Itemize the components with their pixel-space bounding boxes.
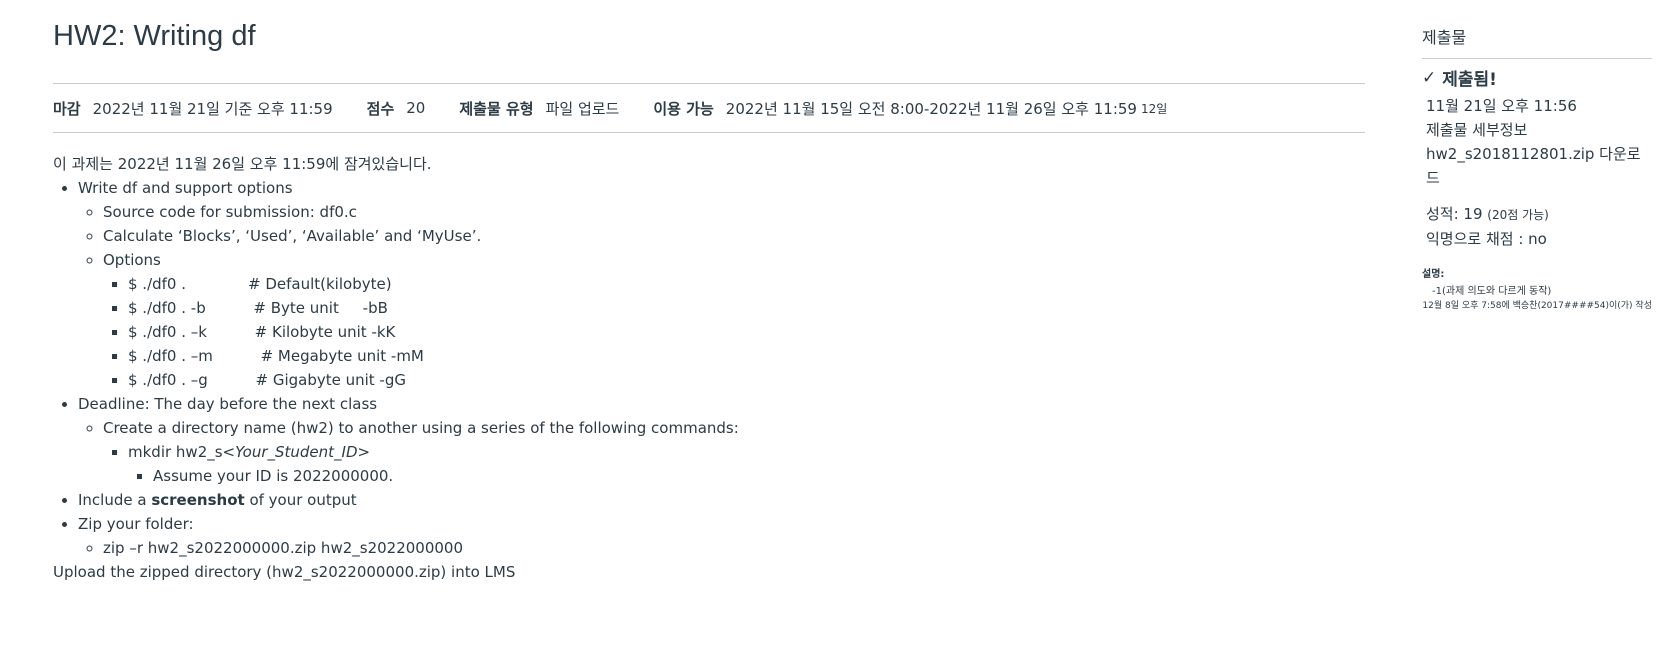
available-value: 2022년 11월 15일 오전 8:00-2022년 11월 26일 오후 1… xyxy=(725,99,1137,118)
download-link[interactable]: hw2_s2018112801.zip 다운로드 xyxy=(1422,142,1651,190)
option-item: $ ./df0 . –m # Megabyte unit -mM xyxy=(128,344,1365,368)
list-item: mkdir hw2_s<Your_Student_ID> Assume your… xyxy=(128,440,1365,488)
submission-type-value: 파일 업로드 xyxy=(545,99,620,118)
instructions-list: Write df and support options Source code… xyxy=(53,176,1365,560)
submission-status: ✓ 제출됨! xyxy=(1422,65,1652,91)
list-item: Options $ ./df0 . # Default(kilobyte) $ … xyxy=(103,248,1365,392)
sub-list: Create a directory name (hw2) to another… xyxy=(78,416,1365,488)
due-label: 마감 xyxy=(53,99,81,118)
available-label: 이용 가능 xyxy=(653,99,714,118)
list-item: Create a directory name (hw2) to another… xyxy=(103,416,1365,488)
grade-line: 성적: 19 (20점 가능) xyxy=(1422,202,1652,227)
instruction-text: Include a xyxy=(78,491,152,509)
points-meta: 점수 20 xyxy=(367,98,426,119)
submission-type-label: 제출물 유형 xyxy=(459,99,534,118)
sub-list: Assume your ID is 2022000000. xyxy=(128,464,1365,488)
grade: 성적: 19 (20점 가능) 익명으로 채점 : no xyxy=(1422,202,1652,251)
list-item: Zip your folder: zip –r hw2_s2022000000.… xyxy=(78,512,1365,560)
assignment-description: 이 과제는 2022년 11월 26일 오후 11:59에 잠겨있습니다. Wr… xyxy=(53,152,1365,584)
list-item: zip –r hw2_s2022000000.zip hw2_s20220000… xyxy=(103,536,1365,560)
submission-type-meta: 제출물 유형 파일 업로드 xyxy=(459,98,619,119)
comment-meta: 12월 8일 오후 7:58에 백승찬(2017####54)이(가) 작성 xyxy=(1422,301,1652,311)
option-item: $ ./df0 . -b # Byte unit -bB xyxy=(128,296,1365,320)
sub-list: Source code for submission: df0.c Calcul… xyxy=(78,200,1365,392)
grade-possible: (20점 가능) xyxy=(1487,208,1549,222)
instruction-text: of your output xyxy=(244,491,357,509)
download-link-text[interactable]: hw2_s2018112801.zip 다운로드 xyxy=(1426,145,1641,187)
available-days: 12일 xyxy=(1140,101,1168,116)
list-item: Include a screenshot of your output xyxy=(78,488,1365,512)
grade-value: 성적: 19 xyxy=(1426,205,1483,223)
check-icon: ✓ xyxy=(1422,67,1437,88)
options-list: $ ./df0 . # Default(kilobyte) $ ./df0 . … xyxy=(103,272,1365,392)
page-title: HW2: Writing df xyxy=(53,20,256,52)
comment-text: -1(과제 의도와 다르게 동작) xyxy=(1432,286,1552,297)
submission-details-link[interactable]: 제출물 세부정보 xyxy=(1422,118,1652,142)
option-item: $ ./df0 . # Default(kilobyte) xyxy=(128,272,1365,296)
comment-label: 설명: xyxy=(1422,269,1445,280)
mkdir-placeholder: Your_Student_ID xyxy=(235,443,358,461)
locked-notice: 이 과제는 2022년 11월 26일 오후 11:59에 잠겨있습니다. xyxy=(53,155,432,173)
points-label: 점수 xyxy=(366,99,395,118)
submission-details-link-text[interactable]: 제출물 세부정보 xyxy=(1426,121,1527,139)
due-value: 2022년 11월 21일 기준 오후 11:59 xyxy=(92,99,333,118)
list-item: Write df and support options Source code… xyxy=(78,176,1365,392)
instruction-bold: screenshot xyxy=(151,491,245,509)
sub-list: mkdir hw2_s<Your_Student_ID> Assume your… xyxy=(103,440,1365,488)
mkdir-prefix: mkdir hw2_s< xyxy=(128,443,236,461)
sub-list: zip –r hw2_s2022000000.zip hw2_s20220000… xyxy=(78,536,1365,560)
due-meta: 마감 2022년 11월 21일 기준 오후 11:59 xyxy=(53,98,333,119)
option-item: $ ./df0 . –g # Gigabyte unit -gG xyxy=(128,368,1365,392)
sidebar-title: 제출물 xyxy=(1422,24,1652,59)
list-item: Source code for submission: df0.c xyxy=(103,200,1365,224)
instruction-text: Create a directory name (hw2) to another… xyxy=(103,419,739,437)
options-heading: Options xyxy=(103,251,161,269)
submitted-time: 11월 21일 오후 11:56 xyxy=(1426,97,1577,115)
list-item: Assume your ID is 2022000000. xyxy=(153,464,1365,488)
assignment-meta-row: 마감 2022년 11월 21일 기준 오후 11:59 점수 20 제출물 유… xyxy=(53,83,1365,133)
anonymous-grading: 익명으로 채점 : no xyxy=(1426,230,1547,248)
upload-instruction: Upload the zipped directory (hw2_s202200… xyxy=(53,563,516,581)
instruction-text: Write df and support options xyxy=(78,179,293,197)
status-text: 제출됨! xyxy=(1442,70,1497,90)
list-item: Deadline: The day before the next class … xyxy=(78,392,1365,488)
option-item: $ ./df0 . –k # Kilobyte unit -kK xyxy=(128,320,1365,344)
availability-meta: 이용 가능 2022년 11월 15일 오전 8:00-2022년 11월 26… xyxy=(653,98,1167,119)
list-item: Calculate ‘Blocks’, ‘Used’, ‘Available’ … xyxy=(103,224,1365,248)
points-value: 20 xyxy=(406,99,426,117)
instruction-text: Deadline: The day before the next class xyxy=(78,395,378,413)
instruction-text: Zip your folder: xyxy=(78,515,194,533)
mkdir-suffix: > xyxy=(357,443,371,461)
submission-sidebar: 제출물 ✓ 제출됨! 11월 21일 오후 11:56 제출물 세부정보 hw2… xyxy=(1422,24,1652,313)
